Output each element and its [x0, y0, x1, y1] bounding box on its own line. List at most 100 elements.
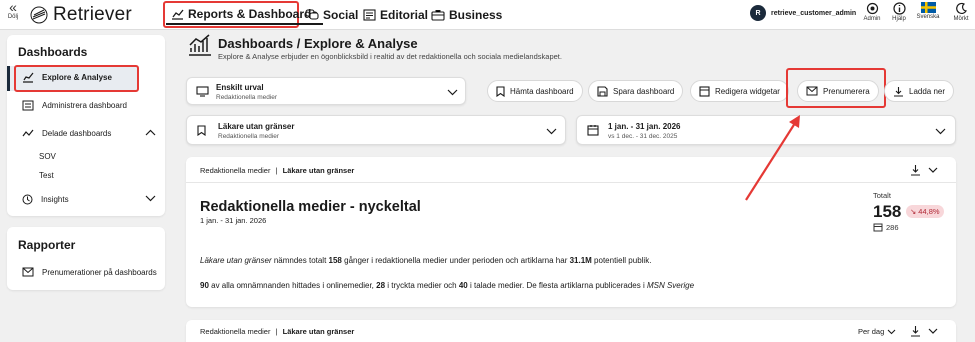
per-dag-select[interactable]: Per dag	[858, 327, 896, 336]
widget-second: Redaktionella medier | Läkare utan gräns…	[186, 320, 956, 342]
breadcrumb-source: Redaktionella medier	[200, 327, 271, 336]
breadcrumb-topic: Läkare utan gränser	[282, 327, 355, 336]
filter-select[interactable]: Läkare utan gränser Redaktionella medier	[186, 115, 566, 145]
top-bar: « Dölj Retriever Reports & Dashboards So…	[0, 0, 975, 30]
chevron-down-icon[interactable]	[928, 167, 938, 173]
button-label: Ladda ner	[909, 86, 946, 96]
chevron-down-icon[interactable]	[145, 195, 156, 202]
download-icon[interactable]	[910, 325, 921, 337]
nav-label: Business	[449, 7, 503, 22]
chart-icon	[172, 9, 184, 20]
sidebar-rapporter-title: Rapporter	[18, 238, 76, 252]
calendar-icon	[587, 125, 599, 136]
annotation-arrow	[745, 115, 800, 201]
ladda-ner-button[interactable]: Ladda ner	[884, 80, 955, 102]
nav-label: Editorial	[380, 7, 429, 22]
button-label: Redigera widgetar	[715, 86, 780, 96]
summary-paragraph-1: Läkare utan gränser nämndes totalt 158 g…	[200, 256, 651, 265]
admin-gear-icon	[866, 2, 878, 15]
button-label: Spara dashboard	[613, 86, 675, 96]
calendar-icon	[873, 223, 883, 232]
arrow-down-right-icon: ↘	[910, 207, 917, 216]
save-icon	[597, 85, 608, 97]
chevron-down-icon	[935, 128, 946, 135]
sidebar-item-sov[interactable]: SOV	[39, 152, 56, 161]
dashboard-list-icon	[22, 100, 34, 111]
sidebar-item-insights[interactable]: Insights	[22, 194, 69, 205]
sidebar-item-prenumerationer[interactable]: Prenumerationer på dashboards	[22, 267, 157, 277]
admin-button[interactable]: Admin	[859, 2, 885, 22]
sidebar-item-delade[interactable]: Delade dashboards	[22, 128, 111, 139]
download-icon[interactable]	[910, 164, 921, 176]
summary-broadcast: 40	[458, 281, 468, 290]
logo[interactable]: Retriever	[30, 4, 132, 26]
chevron-down-icon	[887, 329, 896, 334]
hamta-dashboard-button[interactable]: Hämta dashboard	[487, 80, 583, 102]
nav-social[interactable]: Social	[300, 4, 363, 25]
date-subtitle: vs 1 dec. - 31 dec. 2025	[608, 133, 678, 140]
summary-text: i talade medier. De flesta artiklarna pu…	[467, 281, 647, 290]
summary-online: 90	[200, 281, 209, 290]
admin-label: Admin	[863, 16, 881, 22]
date-title: 1 jan. - 31 jan. 2026	[608, 122, 681, 131]
edit-widgets-icon	[699, 85, 710, 97]
summary-paragraph-2: 90 av alla omnämnanden hittades i online…	[200, 281, 694, 290]
change-badge: ↘ 44,8%	[906, 205, 944, 218]
language-label: Svenska	[916, 14, 940, 20]
summary-source: MSN Sverige	[646, 281, 695, 290]
page-subtitle: Explore & Analyse erbjuder en ögonblicks…	[218, 52, 562, 61]
lightbulb-icon	[22, 194, 33, 205]
summary-topic: Läkare utan gränser	[200, 256, 272, 265]
hide-sidebar-button[interactable]: « Dölj	[4, 0, 22, 20]
sidebar-dashboards-title: Dashboards	[18, 45, 88, 59]
chevron-up-icon[interactable]	[145, 129, 156, 136]
breadcrumb: Redaktionella medier | Läkare utan gräns…	[200, 327, 354, 336]
dark-mode-button[interactable]: Mörkt	[948, 2, 974, 22]
summary-count: 158	[328, 256, 342, 265]
user-menu[interactable]: R retrieve_customer_admin	[750, 5, 856, 21]
nav-label: Reports & Dashboards	[188, 6, 319, 21]
filter-subtitle: Redaktionella medier	[218, 133, 280, 140]
avatar: R	[750, 5, 766, 21]
newspaper-icon	[363, 8, 376, 21]
spara-dashboard-button[interactable]: Spara dashboard	[588, 80, 684, 102]
trend-icon	[22, 129, 34, 137]
widget-date: 1 jan. - 31 jan. 2026	[200, 216, 267, 225]
breadcrumb-separator: |	[275, 327, 278, 336]
nav-editorial[interactable]: Editorial	[358, 4, 433, 25]
hide-label: Dölj	[7, 14, 19, 20]
breadcrumb: Redaktionella medier | Läkare utan gräns…	[200, 166, 354, 175]
total-label: Totalt	[873, 191, 891, 200]
chevron-down-icon	[447, 89, 458, 96]
highlight-box-prenumerera	[786, 68, 886, 108]
monitor-icon	[196, 86, 209, 97]
page-title: Dashboards / Explore & Analyse	[218, 36, 418, 51]
briefcase-icon	[431, 9, 445, 21]
urval-select[interactable]: Enskilt urval Redaktionella medier	[186, 77, 466, 105]
swedish-flag-icon	[920, 2, 936, 13]
retriever-logo-icon	[30, 6, 48, 24]
widget-title: Redaktionella medier - nyckeltal	[200, 199, 421, 215]
sidebar-item-label: Prenumerationer på dashboards	[42, 267, 157, 277]
logo-text: Retriever	[53, 4, 132, 25]
change-value: 44,8%	[918, 207, 940, 216]
info-icon	[892, 2, 906, 15]
sidebar-dashboards-card: Dashboards Explore & Analyse Administrer…	[7, 35, 165, 216]
sidebar-item-label: Delade dashboards	[42, 129, 112, 138]
help-button[interactable]: Hjälp	[886, 2, 912, 22]
summary-text: av alla omnämnanden hittades i onlinemed…	[208, 281, 377, 290]
summary-text: nämndes totalt	[271, 256, 329, 265]
summary-text: gånger i redaktionella medier under peri…	[341, 256, 570, 265]
nav-business[interactable]: Business	[426, 4, 507, 25]
sidebar-item-explore[interactable]: Explore & Analyse	[22, 72, 112, 83]
sidebar-item-administrera[interactable]: Administrera dashboard	[22, 100, 127, 111]
secondary-value: 286	[886, 222, 899, 232]
summary-print: 28	[376, 281, 386, 290]
sidebar-item-test[interactable]: Test	[39, 171, 54, 180]
chevron-down-icon[interactable]	[928, 328, 938, 334]
double-chevron-left-icon: «	[9, 0, 17, 15]
button-label: Hämta dashboard	[510, 86, 574, 96]
nav-label: Social	[323, 7, 359, 22]
redigera-widgetar-button[interactable]: Redigera widgetar	[690, 80, 789, 102]
language-button[interactable]: Svenska	[915, 2, 941, 20]
